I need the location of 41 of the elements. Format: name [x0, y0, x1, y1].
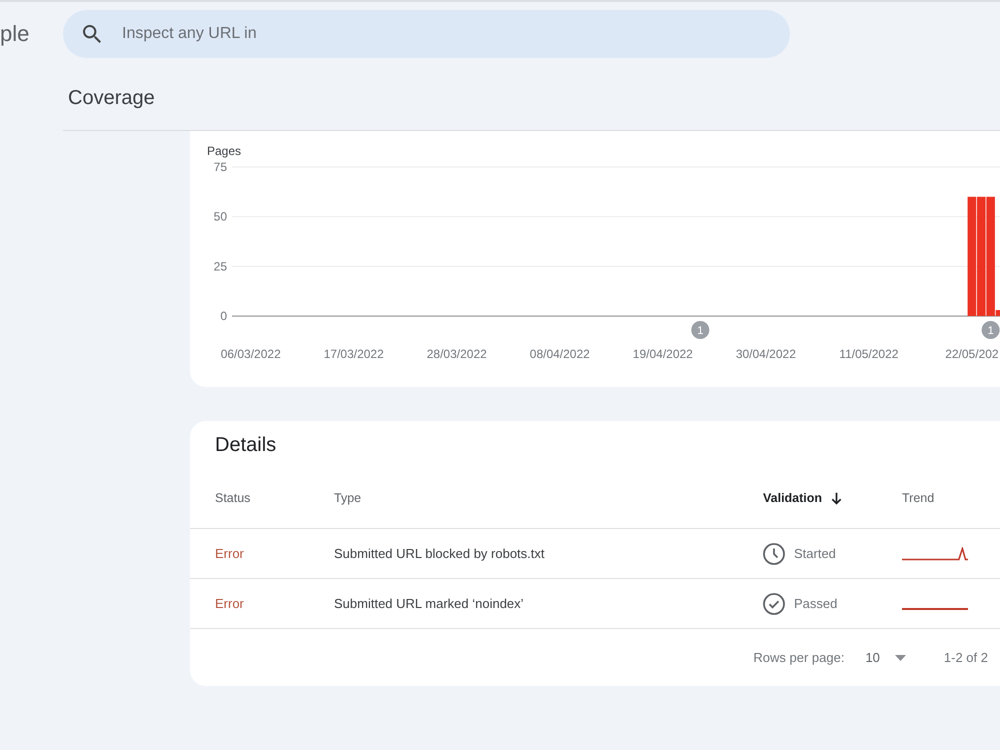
y-axis-title: Pages	[207, 144, 242, 158]
clock-icon	[763, 542, 785, 564]
check-circle-icon	[763, 592, 785, 614]
pagination-range: 1-2 of 2	[944, 648, 988, 667]
rows-per-page-label: Rows per page:	[753, 648, 844, 667]
page-title: Coverage	[68, 88, 155, 108]
column-header[interactable]: Validation	[763, 489, 822, 508]
search-field[interactable]: Inspect any URL in	[63, 10, 790, 58]
search-icon	[83, 25, 101, 43]
y-tick-label: 75	[214, 160, 227, 174]
section-title: Details	[215, 435, 276, 455]
bar[interactable]	[976, 196, 986, 316]
validation-text: Started	[794, 544, 836, 563]
status-text: Error	[215, 596, 244, 611]
x-tick-label: 22/05/202	[945, 347, 999, 361]
x-tick-label: 11/05/2022	[839, 347, 898, 361]
x-tick-label: 28/03/2022	[426, 347, 487, 361]
rows-per-page-select[interactable]: 10	[865, 648, 906, 668]
bar[interactable]	[986, 196, 995, 316]
column-header[interactable]: Status	[215, 489, 250, 508]
column-header[interactable]: Trend	[902, 489, 934, 508]
bar[interactable]	[968, 196, 976, 316]
x-tick-label: 17/03/2022	[324, 347, 384, 361]
x-tick-label: 19/04/2022	[632, 347, 693, 361]
column-header[interactable]: Type	[334, 489, 362, 508]
type-text: Submitted URL blocked by robots.txt	[334, 546, 545, 561]
validation-text: Passed	[794, 594, 838, 613]
trend-sparkline	[902, 608, 968, 610]
x-tick-label: 30/04/2022	[736, 347, 796, 361]
caret-down-icon	[894, 654, 906, 660]
x-tick-label: 06/03/2022	[220, 347, 281, 361]
bar[interactable]	[996, 310, 1000, 316]
y-tick-label: 0	[220, 309, 227, 323]
logo-text[interactable]: ple	[0, 23, 30, 45]
status-text: Error	[215, 546, 244, 561]
sort-arrow-down-icon[interactable]	[831, 492, 842, 505]
type-text: Submitted URL marked ‘noindex’	[334, 596, 524, 611]
trend-sparkline	[902, 546, 968, 560]
x-tick-label: 08/04/2022	[530, 347, 590, 361]
y-tick-label: 50	[214, 210, 227, 224]
y-tick-label: 25	[214, 259, 227, 274]
